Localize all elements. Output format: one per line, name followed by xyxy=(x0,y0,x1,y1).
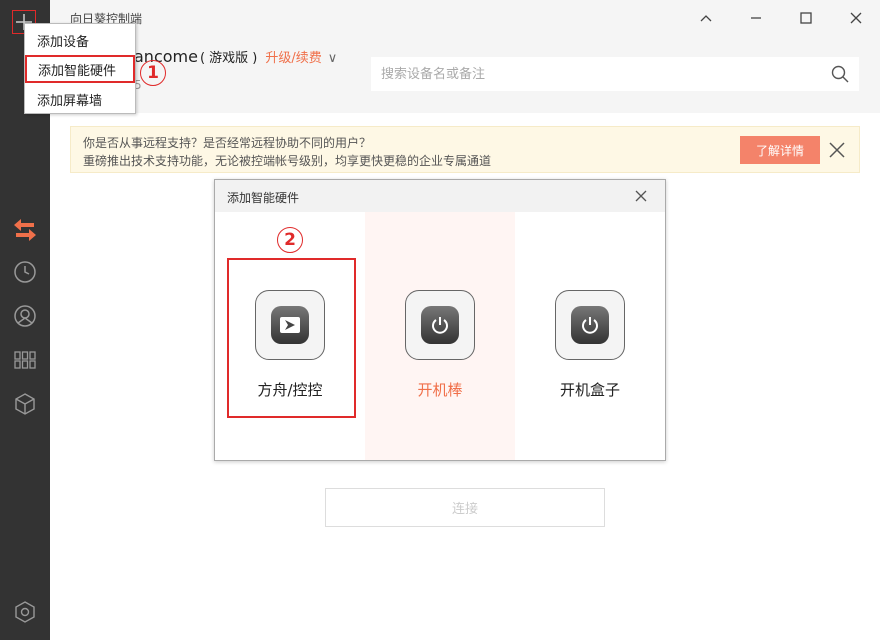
option-boot-stick-label: 开机棒 xyxy=(417,381,463,399)
sidebar-item-remote[interactable] xyxy=(11,216,39,244)
upgrade-link[interactable]: 升级/续费 xyxy=(265,51,321,66)
close-icon xyxy=(635,190,647,202)
power-icon xyxy=(582,317,598,334)
sidebar-item-history[interactable] xyxy=(11,258,39,286)
learn-more-button[interactable]: 了解详情 xyxy=(740,136,820,164)
option-boot-box-label: 开机盒子 xyxy=(559,381,620,399)
search-box xyxy=(371,57,859,91)
banner-line-1: 你是否从事远程支持？是否经常远程协助不同的用户？ xyxy=(83,136,372,150)
banner-line-2: 重磅推出技术支持功能，无论被控端帐号级别，均享更快更稳的企业专属通道 xyxy=(83,154,492,168)
connect-button[interactable]: 连接 xyxy=(325,488,605,527)
minimize-button[interactable] xyxy=(694,6,718,30)
step-2-marker: 2 xyxy=(277,227,303,253)
minus-icon xyxy=(751,17,761,19)
boot-box-tile xyxy=(555,290,625,360)
cube-icon xyxy=(15,393,35,415)
search-icon[interactable] xyxy=(831,65,849,83)
account-info[interactable]: ancome( 游戏版 ) 升级/续费 ∨ xyxy=(134,47,337,66)
chevron-down-icon[interactable]: ∨ xyxy=(328,51,338,66)
add-menu: 添加设备 添加智能硬件 添加屏幕墙 xyxy=(24,23,136,114)
apps-grid-icon xyxy=(14,351,36,369)
chevron-up-icon xyxy=(700,15,712,22)
square-icon xyxy=(800,12,812,24)
promo-banner: 你是否从事远程支持？是否经常远程协助不同的用户？ 重磅推出技术支持功能，无论被控… xyxy=(70,126,860,173)
banner-close-button[interactable] xyxy=(827,140,847,160)
step-2-highlight-box xyxy=(227,258,356,418)
hexagon-settings-icon xyxy=(15,601,35,623)
option-boot-stick[interactable]: 开机棒 xyxy=(365,212,515,460)
option-boot-box[interactable]: 开机盒子 xyxy=(515,212,665,460)
dialog-close-button[interactable] xyxy=(633,188,649,204)
sidebar-item-hardware[interactable] xyxy=(11,390,39,418)
search-input[interactable] xyxy=(371,57,831,91)
restore-down-button[interactable] xyxy=(744,6,768,30)
step-1-marker: 1 xyxy=(140,60,166,86)
menu-item-add-screen-wall[interactable]: 添加屏幕墙 xyxy=(26,85,134,113)
sidebar-item-apps[interactable] xyxy=(11,346,39,374)
boot-stick-tile xyxy=(405,290,475,360)
close-icon xyxy=(829,142,845,158)
menu-item-add-smart-hardware[interactable]: 添加智能硬件 xyxy=(25,55,135,83)
menu-item-add-device[interactable]: 添加设备 xyxy=(26,26,134,54)
maximize-button[interactable] xyxy=(794,6,818,30)
edition-label: ( 游戏版 ) xyxy=(199,51,258,66)
close-window-button[interactable] xyxy=(844,6,868,30)
transfer-arrows-icon xyxy=(14,219,36,241)
clock-icon xyxy=(14,261,36,283)
sidebar-item-settings[interactable] xyxy=(11,598,39,626)
close-icon xyxy=(850,12,862,24)
dialog-title: 添加智能硬件 xyxy=(227,191,300,205)
radar-icon xyxy=(14,305,36,327)
power-icon xyxy=(432,317,448,334)
sidebar-item-discover[interactable] xyxy=(11,302,39,330)
